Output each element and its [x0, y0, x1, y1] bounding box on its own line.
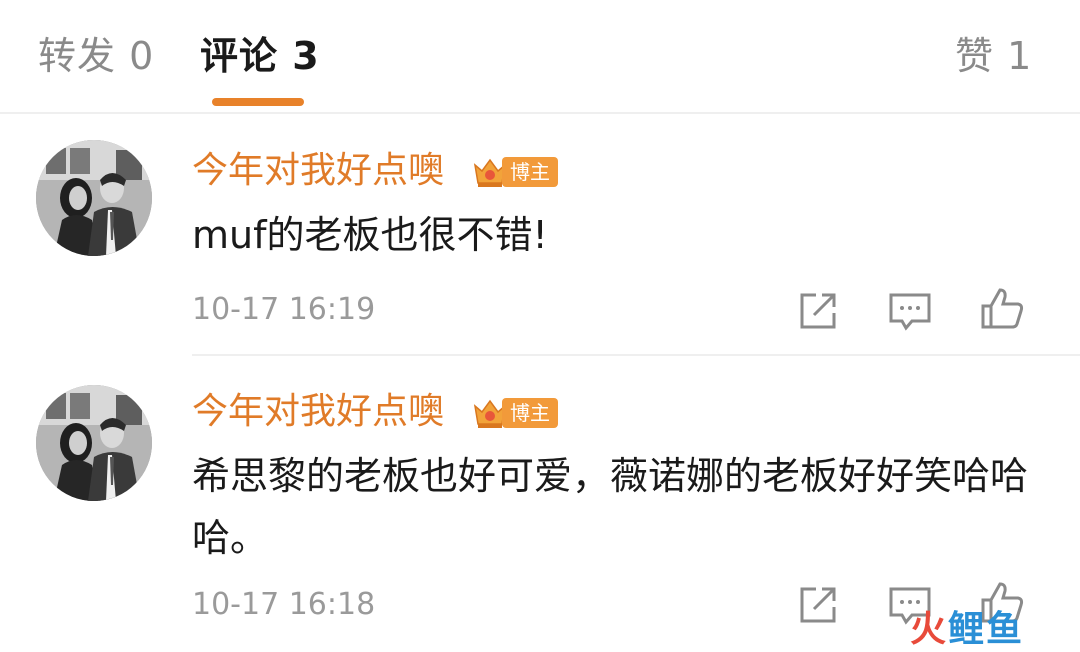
watermark-part2: 鲤鱼	[948, 609, 1025, 650]
username[interactable]: 今年对我好点噢	[192, 388, 444, 436]
blogger-badge: 博主	[472, 155, 558, 189]
username[interactable]: 今年对我好点噢	[192, 147, 444, 195]
tab-bar-divider	[0, 112, 1080, 114]
comment-text: 希思黎的老板也好可爱，薇诺娜的老板好好笑哈哈哈。	[192, 454, 1029, 560]
active-tab-indicator	[212, 98, 304, 106]
share-icon[interactable]	[794, 287, 842, 335]
avatar[interactable]	[36, 140, 152, 256]
watermark-part1: 火	[910, 609, 949, 650]
tab-likes[interactable]: 赞 1	[955, 30, 1032, 82]
avatar[interactable]	[36, 385, 152, 501]
like-icon[interactable]	[978, 284, 1026, 332]
share-icon[interactable]	[794, 581, 842, 629]
timestamp: 10-17 16:19	[192, 292, 376, 327]
blogger-badge: 博主	[472, 396, 558, 430]
comment-icon[interactable]	[886, 287, 934, 335]
tab-comments[interactable]: 评论 3	[200, 30, 320, 82]
badge-label: 博主	[502, 398, 558, 428]
timestamp: 10-17 16:18	[192, 587, 376, 622]
watermark-logo: 火 鲤鱼	[910, 603, 1025, 650]
badge-label: 博主	[502, 157, 558, 187]
row-divider	[192, 354, 1080, 356]
tab-bar: 转发 0 评论 3 赞 1	[0, 0, 1080, 112]
tab-reposts[interactable]: 转发 0	[38, 30, 154, 82]
comment-text: muf的老板也很不错!	[192, 213, 548, 257]
